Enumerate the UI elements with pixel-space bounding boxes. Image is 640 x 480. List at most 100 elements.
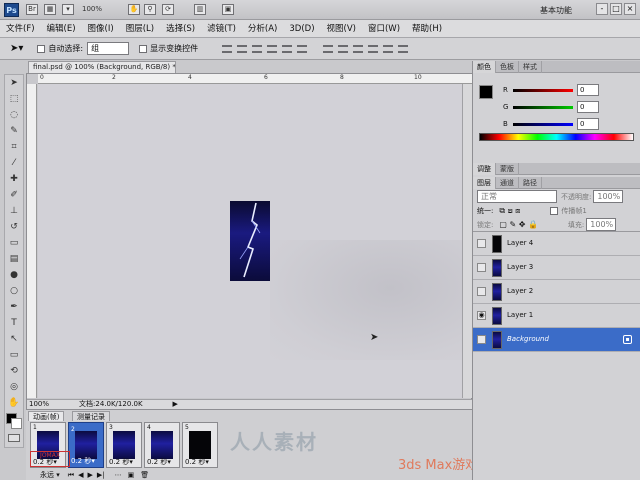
- distribute-hcenter-icon[interactable]: [383, 44, 394, 53]
- menu-help[interactable]: 帮助(H): [406, 20, 448, 38]
- visibility-toggle[interactable]: [477, 239, 486, 248]
- menu-edit[interactable]: 编辑(E): [41, 20, 82, 38]
- quick-mask-icon[interactable]: [8, 434, 20, 442]
- visibility-toggle[interactable]: [477, 335, 486, 344]
- auto-select-dropdown[interactable]: 组: [87, 42, 130, 55]
- distribute-right-icon[interactable]: [398, 44, 409, 53]
- tab-layers[interactable]: 图层: [473, 176, 496, 189]
- align-top-icon[interactable]: [222, 44, 233, 53]
- play-icon[interactable]: ▶: [87, 470, 92, 480]
- close-button[interactable]: ×: [624, 3, 636, 15]
- menu-layer[interactable]: 图层(L): [120, 20, 160, 38]
- blue-value[interactable]: 0: [577, 118, 599, 130]
- quick-select-tool-icon[interactable]: ✎: [6, 124, 22, 139]
- workspace-switcher[interactable]: 基本功能: [540, 5, 572, 16]
- align-vcenter-icon[interactable]: [237, 44, 248, 53]
- canvas[interactable]: [38, 84, 462, 398]
- menu-image[interactable]: 图像(I): [82, 20, 120, 38]
- fill-value[interactable]: 100%: [586, 218, 617, 231]
- frame-delay[interactable]: 0.2 秒▾: [109, 457, 133, 467]
- zoom-level[interactable]: 100%: [82, 5, 102, 13]
- prev-frame-icon[interactable]: ◀: [78, 470, 83, 480]
- color-spectrum[interactable]: [479, 133, 634, 141]
- align-left-icon[interactable]: [267, 44, 278, 53]
- animation-frame[interactable]: 5 0.2 秒▾: [182, 422, 218, 468]
- bridge-icon[interactable]: Br: [26, 4, 38, 15]
- rotate-view-icon[interactable]: ⟳: [162, 4, 174, 15]
- color-fg-swatch[interactable]: [479, 85, 493, 99]
- lightning-image[interactable]: [230, 201, 270, 281]
- frame-delay[interactable]: 0.2 秒▾: [71, 456, 95, 467]
- menu-filter[interactable]: 滤镜(T): [201, 20, 242, 38]
- pen-tool-icon[interactable]: ✒: [6, 300, 22, 315]
- layer-row[interactable]: Layer 3: [473, 256, 640, 280]
- view-extras-icon[interactable]: ▾: [62, 4, 74, 15]
- zoom-tool-icon[interactable]: ⚲: [144, 4, 156, 15]
- menu-select[interactable]: 选择(S): [160, 20, 201, 38]
- blend-mode-dropdown[interactable]: 正常: [477, 190, 557, 203]
- blur-tool-icon[interactable]: ●: [6, 268, 22, 283]
- gradient-tool-icon[interactable]: ▤: [6, 252, 22, 267]
- loop-dropdown[interactable]: 永远 ▾: [40, 470, 60, 480]
- menu-3d[interactable]: 3D(D): [283, 20, 320, 38]
- mini-bridge-icon[interactable]: ▦: [44, 4, 56, 15]
- eraser-tool-icon[interactable]: ▭: [6, 236, 22, 251]
- healing-brush-icon[interactable]: ✚: [6, 172, 22, 187]
- visibility-toggle[interactable]: [477, 287, 486, 296]
- layer-row[interactable]: ◉ Layer 1: [473, 304, 640, 328]
- history-brush-icon[interactable]: ↺: [6, 220, 22, 235]
- brush-tool-icon[interactable]: ✐: [6, 188, 22, 203]
- distribute-left-icon[interactable]: [368, 44, 379, 53]
- blue-slider[interactable]: [513, 122, 573, 126]
- layer-row[interactable]: Layer 2: [473, 280, 640, 304]
- opacity-value[interactable]: 100%: [593, 190, 624, 203]
- eye-icon[interactable]: ◉: [477, 311, 486, 320]
- vertical-scrollbar[interactable]: [462, 84, 472, 398]
- red-value[interactable]: 0: [577, 84, 599, 96]
- screen-mode-icon[interactable]: ▣: [222, 4, 234, 15]
- tab-adjustments[interactable]: 调整: [473, 162, 496, 175]
- 3d-rotate-icon[interactable]: ⟲: [6, 364, 22, 379]
- tab-channels[interactable]: 通道: [496, 176, 519, 189]
- distribute-top-icon[interactable]: [323, 44, 334, 53]
- show-transform-checkbox[interactable]: [139, 44, 148, 53]
- align-bottom-icon[interactable]: [252, 44, 263, 53]
- background-color-swatch[interactable]: [11, 418, 22, 429]
- status-zoom[interactable]: 100%: [29, 400, 49, 409]
- crop-tool-icon[interactable]: ⌗: [6, 140, 22, 155]
- dodge-tool-icon[interactable]: ○: [6, 284, 22, 299]
- move-tool-icon[interactable]: ➤: [6, 76, 22, 91]
- tab-swatches[interactable]: 色板: [496, 60, 519, 73]
- menu-window[interactable]: 窗口(W): [362, 20, 406, 38]
- clone-stamp-icon[interactable]: ⊥: [6, 204, 22, 219]
- shape-tool-icon[interactable]: ▭: [6, 348, 22, 363]
- layer-row[interactable]: Background ▪: [473, 328, 640, 352]
- menu-view[interactable]: 视图(V): [321, 20, 362, 38]
- red-slider[interactable]: [513, 88, 573, 92]
- type-tool-icon[interactable]: T: [6, 316, 22, 331]
- arrange-documents-icon[interactable]: ▥: [194, 4, 206, 15]
- hand-tool-icon[interactable]: ✋: [6, 396, 22, 411]
- path-select-icon[interactable]: ↖: [6, 332, 22, 347]
- align-hcenter-icon[interactable]: [282, 44, 293, 53]
- move-tool-icon[interactable]: ➤▾: [10, 43, 23, 54]
- propagate-checkbox[interactable]: [550, 207, 559, 215]
- maximize-button[interactable]: □: [610, 3, 622, 15]
- tab-masks[interactable]: 蒙版: [496, 162, 519, 175]
- minimize-button[interactable]: -: [596, 3, 608, 15]
- menu-analysis[interactable]: 分析(A): [242, 20, 283, 38]
- animation-frame[interactable]: 4 0.2 秒▾: [144, 422, 180, 468]
- tab-measurement-log[interactable]: 测量记录: [72, 411, 110, 421]
- tween-icon[interactable]: ⋯: [115, 470, 122, 480]
- 3d-orbit-icon[interactable]: ◎: [6, 380, 22, 395]
- distribute-bottom-icon[interactable]: [353, 44, 364, 53]
- distribute-vcenter-icon[interactable]: [338, 44, 349, 53]
- green-value[interactable]: 0: [577, 101, 599, 113]
- menu-file[interactable]: 文件(F): [0, 20, 41, 38]
- duplicate-frame-icon[interactable]: ▣: [128, 470, 135, 480]
- first-frame-icon[interactable]: ⏮: [68, 470, 74, 480]
- next-frame-icon[interactable]: ▶|: [97, 470, 105, 480]
- tab-styles[interactable]: 样式: [519, 60, 542, 73]
- tab-animation-frames[interactable]: 动画(帧): [28, 411, 65, 421]
- lasso-tool-icon[interactable]: ◌: [6, 108, 22, 123]
